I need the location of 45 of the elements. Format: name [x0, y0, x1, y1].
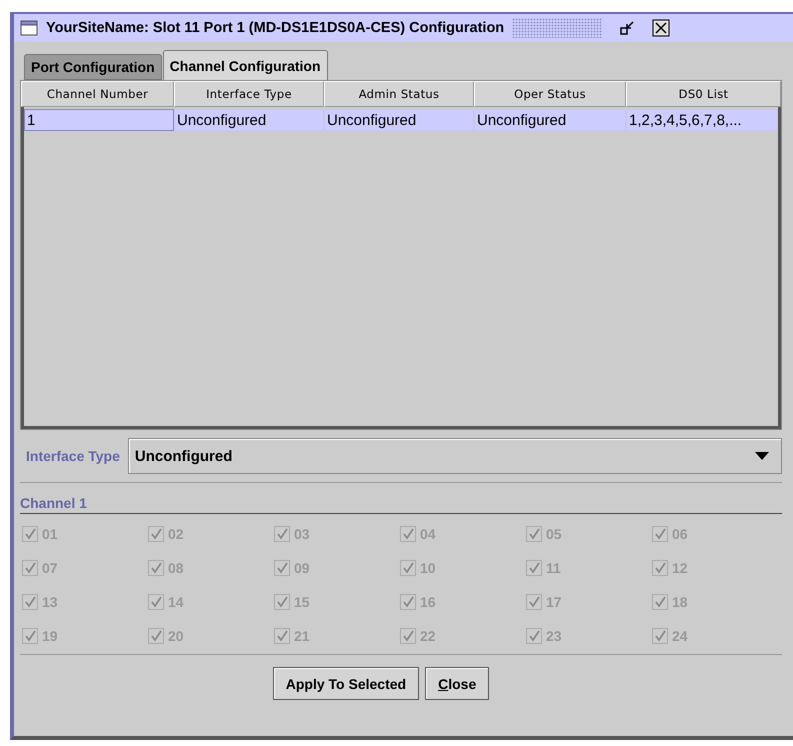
checkmark-icon [402, 596, 414, 608]
checkmark-icon [276, 562, 288, 574]
tab[interactable]: Port Configuration [24, 54, 162, 80]
tab[interactable]: Channel Configuration [162, 50, 328, 80]
checkmark-icon [24, 630, 36, 642]
interface-type-dropdown[interactable]: Unconfigured [128, 438, 782, 474]
table-cell[interactable]: 1 [24, 109, 174, 131]
checkmark-icon [402, 528, 414, 540]
table-cell[interactable]: Unconfigured [324, 109, 474, 131]
table-cell[interactable]: 1,2,3,4,5,6,7,8,... [626, 109, 778, 131]
checkmark-icon [402, 630, 414, 642]
close-button[interactable]: Close [425, 667, 490, 700]
checkmark-icon [276, 528, 288, 540]
column-header[interactable]: Interface Type [174, 81, 324, 107]
checkmark-icon [150, 528, 162, 540]
checkmark-icon [24, 528, 36, 540]
checkmark-icon [276, 630, 288, 642]
checkmark-icon [528, 630, 540, 642]
column-header[interactable]: Channel Number [21, 81, 174, 107]
column-header[interactable]: Admin Status [324, 81, 474, 107]
table-cell[interactable]: Unconfigured [174, 109, 324, 131]
checkmark-icon [150, 630, 162, 642]
checkmark-icon [654, 528, 666, 540]
checkmark-icon [654, 596, 666, 608]
checkmark-icon [24, 562, 36, 574]
column-header[interactable]: DS0 List [626, 81, 781, 107]
field-label: Interface Type [26, 448, 120, 464]
section-title: Channel 1 [20, 495, 87, 511]
checkmark-icon [654, 562, 666, 574]
table-cell[interactable]: Unconfigured [474, 109, 626, 131]
checkmark-icon [276, 596, 288, 608]
checkmark-icon [402, 562, 414, 574]
column-header[interactable]: Oper Status [474, 81, 626, 107]
checkmark-icon [150, 596, 162, 608]
checkmark-icon [24, 596, 36, 608]
window-title: YourSiteName: Slot 11 Port 1 (MD-DS1E1DS0A-CES) Configuration [46, 20, 504, 36]
window-icon [20, 19, 38, 37]
checkmark-icon [654, 630, 666, 642]
checkmark-icon [528, 596, 540, 608]
checkmark-icon [528, 528, 540, 540]
dropdown-arrow-icon [755, 452, 769, 460]
close-icon[interactable] [652, 19, 670, 37]
checkmark-icon [150, 562, 162, 574]
checkmark-icon [528, 562, 540, 574]
apply-button[interactable]: Apply To Selected [272, 667, 420, 700]
